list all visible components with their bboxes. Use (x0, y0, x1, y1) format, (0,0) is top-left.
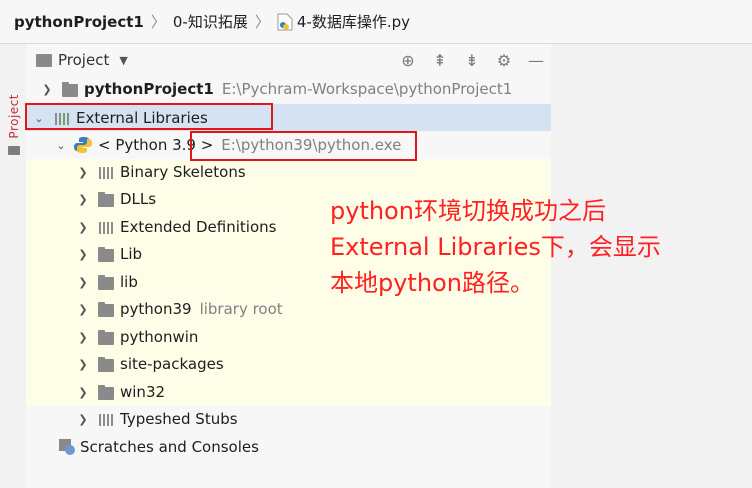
tool-window-strip: Project (0, 44, 26, 488)
tree-row-pythonwin[interactable]: ❯ pythonwin (76, 324, 198, 350)
tree-item-label: pythonwin (120, 328, 199, 346)
annotation-line: 本地python路径。 (330, 269, 534, 297)
chevron-right-icon[interactable]: ❯ (76, 248, 90, 261)
folder-icon (98, 356, 114, 372)
folder-icon (62, 81, 78, 97)
target-icon[interactable]: ⊕ (397, 50, 419, 70)
annotation-line: External Libraries下，会显示 (330, 233, 661, 261)
highlight-box-external-libraries (25, 103, 273, 130)
library-icon (98, 165, 114, 179)
scratches-label: Scratches and Consoles (80, 438, 259, 456)
tree-item-label: DLLs (120, 190, 157, 208)
project-tool-tab[interactable]: Project (7, 94, 21, 139)
expand-all-icon[interactable]: ⇞ (429, 50, 451, 70)
chevron-right-icon[interactable]: ❯ (76, 413, 90, 426)
chevron-right-icon: 〉 (254, 13, 270, 31)
project-view-label: Project (58, 51, 110, 69)
tree-row-binary-skeletons[interactable]: ❯ Binary Skeletons (76, 159, 246, 185)
breadcrumb-project[interactable]: pythonProject1 (14, 13, 144, 31)
tree-item-label: python39 (120, 300, 192, 318)
project-root-name: pythonProject1 (84, 80, 214, 98)
chevron-right-icon: 〉 (150, 13, 166, 31)
tree-row-project-root[interactable]: ❯ pythonProject1 E:\Pychram-Workspace\py… (40, 76, 512, 102)
annotation-line: python环境切换成功之后 (330, 197, 606, 225)
folder-icon (36, 53, 52, 67)
scratches-icon (58, 438, 76, 456)
folder-icon (98, 329, 114, 345)
library-icon (98, 220, 114, 234)
folder-icon (98, 384, 114, 400)
tree-item-label: Extended Definitions (120, 218, 277, 236)
chevron-right-icon[interactable]: ❯ (76, 358, 90, 371)
chevron-right-icon[interactable]: ❯ (76, 386, 90, 399)
tree-item-label: win32 (120, 383, 166, 401)
tree-row-python39[interactable]: ❯ python39 library root (76, 296, 283, 322)
project-root-path: E:\Pychram-Workspace\pythonProject1 (221, 80, 513, 98)
tree-item-label: Typeshed Stubs (120, 410, 238, 428)
tree-row-typeshed-stubs[interactable]: ❯ Typeshed Stubs (76, 406, 238, 432)
gear-icon[interactable]: ⚙ (493, 50, 515, 70)
chevron-right-icon[interactable]: ❯ (76, 331, 90, 344)
folder-icon (98, 274, 114, 290)
python-logo-icon (74, 136, 92, 154)
highlight-box-python-path (190, 131, 417, 161)
breadcrumb-folder[interactable]: 0-知识拓展 (173, 11, 248, 32)
tree-item-label: Lib (120, 245, 143, 263)
tree-item-label: Binary Skeletons (120, 163, 246, 181)
tree-item-label: lib (120, 273, 138, 291)
tree-row-win32[interactable]: ❯ win32 (76, 379, 165, 405)
folder-icon (8, 146, 20, 155)
folder-icon (98, 301, 114, 317)
chevron-right-icon[interactable]: ❯ (76, 276, 90, 289)
folder-icon (98, 246, 114, 262)
chevron-right-icon[interactable]: ❯ (76, 221, 90, 234)
chevron-right-icon[interactable]: ❯ (76, 303, 90, 316)
python-file-icon (277, 13, 293, 31)
tree-row-scratches[interactable]: Scratches and Consoles (52, 434, 259, 460)
annotation-text: python环境切换成功之后 External Libraries下，会显示 本… (330, 193, 661, 301)
library-icon (98, 412, 114, 426)
tree-item-label: site-packages (120, 355, 224, 373)
breadcrumb: pythonProject1 〉 0-知识拓展 〉 4-数据库操作.py (0, 0, 752, 44)
project-view-selector[interactable]: Project ▼ (36, 51, 128, 69)
breadcrumb-file[interactable]: 4-数据库操作.py (297, 11, 410, 32)
library-root-note: library root (199, 300, 283, 318)
chevron-right-icon[interactable]: ❯ (40, 83, 54, 96)
project-toolbar: Project ▼ ⊕ ⇞ ⇟ ⚙ — (26, 44, 551, 76)
chevron-right-icon[interactable]: ❯ (76, 166, 90, 179)
tree-row-site-packages[interactable]: ❯ site-packages (76, 351, 224, 377)
minimize-icon[interactable]: — (525, 50, 547, 70)
chevron-right-icon[interactable]: ❯ (76, 193, 90, 206)
tree-row-extended-definitions[interactable]: ❯ Extended Definitions (76, 214, 276, 240)
tree-row-lib-upper[interactable]: ❯ Lib (76, 241, 142, 267)
collapse-all-icon[interactable]: ⇟ (461, 50, 483, 70)
chevron-down-icon[interactable]: ⌄ (54, 139, 68, 152)
folder-icon (98, 191, 114, 207)
tree-row-lib-lower[interactable]: ❯ lib (76, 269, 138, 295)
caret-down-icon: ▼ (119, 53, 128, 67)
tree-row-dlls[interactable]: ❯ DLLs (76, 186, 156, 212)
